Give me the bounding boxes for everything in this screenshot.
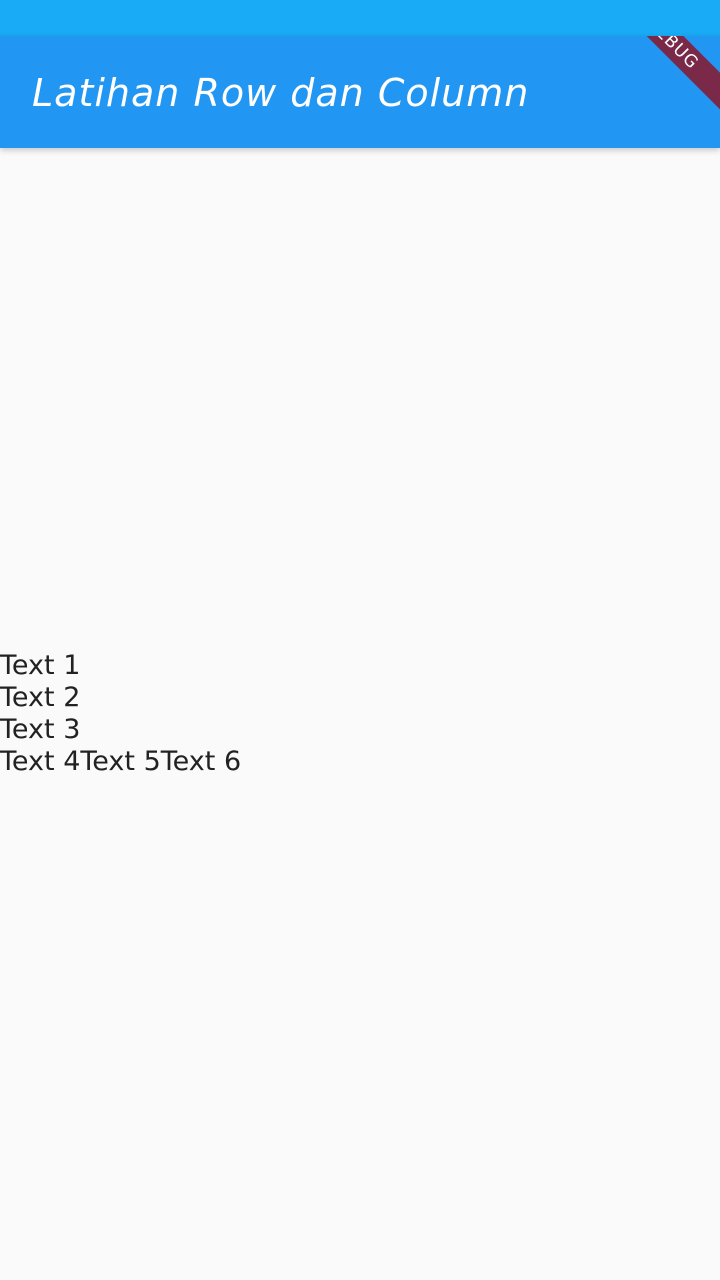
row-layout: Text 4 Text 5 Text 6 [0,746,241,778]
column-text-3: Text 3 [0,714,81,745]
column-layout: Text 1 Text 2 Text 3 Text 4 Text 5 Text … [0,650,241,778]
column-text-1: Text 1 [0,650,81,681]
row-text-4: Text 4 [0,746,81,777]
app-bar-title: Latihan Row dan Column [32,71,530,115]
row-text-6: Text 6 [160,746,242,777]
status-bar [0,0,720,36]
row-text-5: Text 5 [80,746,161,777]
column-text-2: Text 2 [0,682,81,713]
body-area: Text 1 Text 2 Text 3 Text 4 Text 5 Text … [0,148,720,1280]
debug-banner: DEBUG [592,36,720,123]
app-bar: Latihan Row dan Column DEBUG [0,36,720,148]
